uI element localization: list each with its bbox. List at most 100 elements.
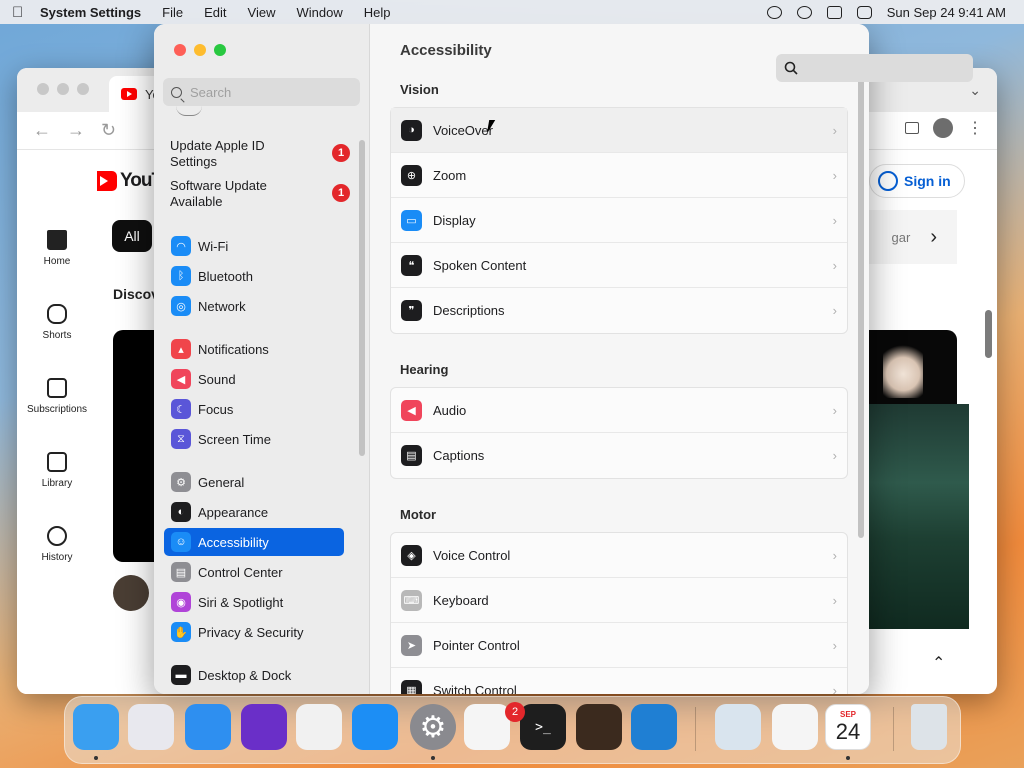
- yt-nav-subscriptions[interactable]: Subscriptions: [17, 378, 97, 415]
- trash-icon[interactable]: [911, 704, 947, 750]
- menu-app-name[interactable]: System Settings: [40, 5, 141, 20]
- chip-all[interactable]: All: [112, 220, 152, 252]
- freeform-icon[interactable]: [772, 704, 818, 750]
- sign-in-button[interactable]: Sign in: [869, 164, 965, 198]
- search-input[interactable]: [190, 84, 340, 100]
- yt-nav-shorts[interactable]: Shorts: [17, 304, 97, 341]
- yt-nav-home-label: Home: [43, 256, 71, 267]
- minimize-window-button[interactable]: [194, 44, 206, 56]
- chevron-right-icon: ›: [832, 123, 837, 138]
- apple-menu-icon[interactable]: : [12, 4, 40, 21]
- chevron-right-icon: ›: [832, 403, 837, 418]
- tab-list-chevron-icon[interactable]: ⌄: [969, 82, 981, 99]
- row-display[interactable]: ▭ Display ›: [391, 198, 847, 243]
- search-icon[interactable]: [775, 54, 973, 82]
- sidebar-item-notifications[interactable]: ▴ Notifications: [164, 335, 344, 363]
- sidebar-item-label: Network: [198, 298, 246, 314]
- browser-traffic-lights[interactable]: [37, 82, 97, 98]
- apple-id-avatar[interactable]: [176, 106, 202, 116]
- row-label: Switch Control: [433, 683, 517, 694]
- sidebar-item-screen-time[interactable]: ⧖ Screen Time: [164, 425, 344, 453]
- yt-nav-subscriptions-label: Subscriptions: [26, 404, 88, 415]
- textedit-icon[interactable]: [464, 704, 510, 750]
- control-center-icon[interactable]: [856, 5, 872, 19]
- chip-partial-label[interactable]: gar: [892, 230, 911, 245]
- row-pointer-control[interactable]: ➤ Pointer Control ›: [391, 623, 847, 668]
- menu-view[interactable]: View: [248, 5, 276, 20]
- sidebar-item-accessibility[interactable]: ☺ Accessibility: [164, 528, 344, 556]
- garageband-icon[interactable]: [576, 704, 622, 750]
- sidebar-item-focus[interactable]: ☾ Focus: [164, 395, 344, 423]
- running-indicator: [846, 756, 850, 760]
- finder-icon[interactable]: [73, 704, 119, 750]
- calendar-icon[interactable]: SEP 24: [825, 704, 871, 750]
- menu-edit[interactable]: Edit: [204, 5, 226, 20]
- app-store-icon[interactable]: [352, 704, 398, 750]
- sidebar-item-sound[interactable]: ◀ Sound: [164, 365, 344, 393]
- screen-mirroring-icon[interactable]: [826, 5, 842, 19]
- dock-icon: ▬: [171, 665, 191, 685]
- appearance-icon: ◐: [171, 502, 191, 522]
- shorts-icon: [47, 304, 67, 324]
- sidebar-item-wi-fi[interactable]: ◠ Wi-Fi: [164, 232, 344, 260]
- sidebar-item-appearance[interactable]: ◐ Appearance: [164, 498, 344, 526]
- youtube-logo[interactable]: YouTube: [89, 170, 156, 192]
- row-keyboard[interactable]: ⌨ Keyboard ›: [391, 578, 847, 623]
- sidebar-alert-software-update[interactable]: Software Update Available 1: [170, 178, 350, 210]
- close-window-button[interactable]: [174, 44, 186, 56]
- sidebar-alert-apple-id[interactable]: Update Apple ID Settings 1: [170, 138, 350, 170]
- row-spoken-content[interactable]: ❝ Spoken Content ›: [391, 243, 847, 288]
- sidebar-toggle-icon[interactable]: [905, 122, 919, 134]
- chevron-up-icon[interactable]: ⌃: [932, 653, 945, 673]
- safari-icon[interactable]: [185, 704, 231, 750]
- menu-window[interactable]: Window: [296, 5, 342, 20]
- more-menu-icon[interactable]: ⋮: [967, 118, 983, 138]
- terminal-icon[interactable]: >_: [520, 704, 566, 750]
- chrome-icon[interactable]: [296, 704, 342, 750]
- sidebar-scrollbar[interactable]: [359, 140, 365, 456]
- back-arrow-icon[interactable]: ←: [33, 120, 51, 141]
- yt-nav-library[interactable]: Library: [17, 452, 97, 489]
- browser-scrollbar[interactable]: [985, 310, 992, 358]
- row-switch-control[interactable]: ▦ Switch Control ›: [391, 668, 847, 694]
- descriptions-icon: ❞: [401, 300, 422, 321]
- sidebar-item-control-center[interactable]: ▤ Control Center: [164, 558, 344, 586]
- zoom-window-button[interactable]: [214, 44, 226, 56]
- chips-next-chevron-icon[interactable]: ›: [930, 226, 937, 249]
- sidebar-item-label: Appearance: [198, 504, 269, 520]
- row-descriptions[interactable]: ❞ Descriptions ›: [391, 288, 847, 333]
- menu-file[interactable]: File: [162, 5, 183, 20]
- system-settings-icon[interactable]: ⚙: [410, 704, 456, 750]
- row-captions[interactable]: ▤ Captions ›: [391, 433, 847, 478]
- sidebar-item-desktop-dock[interactable]: ▬ Desktop & Dock: [164, 661, 344, 689]
- accessibility-icon[interactable]: [796, 5, 812, 19]
- menu-help[interactable]: Help: [364, 5, 391, 20]
- sidebar-item-privacy-security[interactable]: ✋ Privacy & Security: [164, 618, 344, 646]
- content-scrollbar[interactable]: [858, 76, 864, 538]
- yt-nav-history[interactable]: History: [17, 526, 97, 563]
- sidebar-item-bluetooth[interactable]: ᛒ Bluetooth: [164, 262, 344, 290]
- settings-badge: 2: [505, 702, 525, 722]
- launchpad-icon[interactable]: [128, 704, 174, 750]
- vscode-icon[interactable]: [631, 704, 677, 750]
- bluetooth-icon: ᛒ: [171, 266, 191, 286]
- settings-search[interactable]: [163, 78, 360, 106]
- play-circle-icon[interactable]: [766, 5, 782, 19]
- channel-avatar[interactable]: [113, 575, 149, 611]
- firefox-icon[interactable]: [241, 704, 287, 750]
- preview-icon[interactable]: [715, 704, 761, 750]
- sidebar-item-network[interactable]: ◎ Network: [164, 292, 344, 320]
- sidebar-item-general[interactable]: ⚙ General: [164, 468, 344, 496]
- forward-arrow-icon[interactable]: →: [67, 120, 85, 141]
- row-voiceover[interactable]: ◑ VoiceOver ›: [391, 108, 847, 153]
- video-thumbnail-right[interactable]: [869, 330, 957, 406]
- row-audio[interactable]: ◀ Audio ›: [391, 388, 847, 433]
- menu-clock[interactable]: Sun Sep 24 9:41 AM: [887, 5, 1006, 20]
- sidebar-item-siri-spotlight[interactable]: ◉ Siri & Spotlight: [164, 588, 344, 616]
- row-zoom[interactable]: ⊕ Zoom ›: [391, 153, 847, 198]
- video-thumbnail-right-2[interactable]: [869, 404, 969, 629]
- profile-avatar[interactable]: [933, 118, 953, 138]
- reload-icon[interactable]: ↻: [101, 120, 116, 141]
- yt-nav-home[interactable]: Home: [17, 230, 97, 267]
- row-voice-control[interactable]: ◈ Voice Control ›: [391, 533, 847, 578]
